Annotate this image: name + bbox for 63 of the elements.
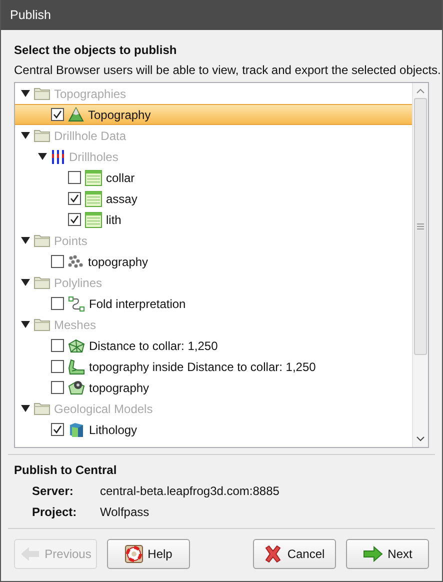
checkbox[interactable] [51,339,64,352]
scroll-down-icon[interactable] [416,436,425,442]
right-arrow-icon [362,546,383,562]
folder-icon [34,234,50,247]
triangle-surface-icon [68,107,84,122]
field-label: Project: [32,504,78,518]
checkbox[interactable] [51,360,64,373]
tree-item-label[interactable]: topography [88,254,148,268]
expand-arrow-icon[interactable] [21,404,30,412]
points-icon [68,254,84,268]
help-button[interactable]: Help [107,539,190,569]
tree-item-label[interactable]: topography inside Distance to collar: 1,250 [89,360,316,374]
publish-heading: Publish to Central [14,462,118,479]
folder-icon [34,276,50,289]
checkbox[interactable] [51,108,64,121]
checkbox[interactable] [68,192,81,205]
tree-item-label[interactable]: assay [106,192,138,206]
description-text: Central Browser users will be able to view, track and export the selected objects. [14,62,441,79]
scroll-up-icon[interactable] [416,88,425,94]
folder-icon [34,318,50,331]
field-label: Server: [32,484,74,498]
checkbox[interactable] [51,297,64,310]
expand-arrow-icon[interactable] [21,130,30,140]
window-title: Publish [1,0,442,30]
polyline-icon [68,296,85,312]
checkbox[interactable] [68,213,81,226]
table-icon [85,212,102,228]
checkbox[interactable] [51,255,64,268]
expand-arrow-icon[interactable] [21,236,30,244]
left-arrow-icon [20,546,40,562]
checkbox[interactable] [51,381,64,394]
mesh-icon [68,358,85,374]
tree-item-label[interactable]: collar [106,170,135,184]
next-button[interactable]: Next [346,539,429,569]
mesh-icon [68,338,85,352]
scrollbar[interactable] [412,83,428,447]
tree-item-label[interactable]: Fold interpretation [89,296,186,310]
mesh-gear-icon [68,380,85,395]
drillhole-icon [51,150,65,164]
cancel-button[interactable]: Cancel [253,539,336,569]
grip-icon [417,223,424,230]
table-icon [85,190,102,206]
expand-arrow-icon[interactable] [21,88,30,98]
tree-item-label[interactable]: Topography [88,108,151,122]
tree-item-label[interactable]: topography [89,380,150,394]
folder-icon [34,129,50,142]
checkbox[interactable] [51,423,64,436]
expand-arrow-icon[interactable] [38,152,47,160]
field-value: central-beta.leapfrog3d.com:8885 [100,484,280,498]
cross-icon [264,545,282,563]
folder-icon [34,87,50,100]
tree-item-label[interactable]: Lithology [89,422,138,436]
lifebuoy-icon [124,545,143,563]
field-value: Wolfpass [100,504,150,518]
expand-arrow-icon[interactable] [21,320,30,328]
tree-item-label[interactable]: Distance to collar: 1,250 [89,338,218,352]
expand-arrow-icon[interactable] [21,278,30,286]
checkbox[interactable] [68,171,81,184]
table-icon [85,170,102,186]
model-block-icon [68,422,85,438]
folder-icon [34,402,50,415]
tree-item-label[interactable]: lith [106,212,122,226]
section-heading: Select the objects to publish [14,42,178,59]
